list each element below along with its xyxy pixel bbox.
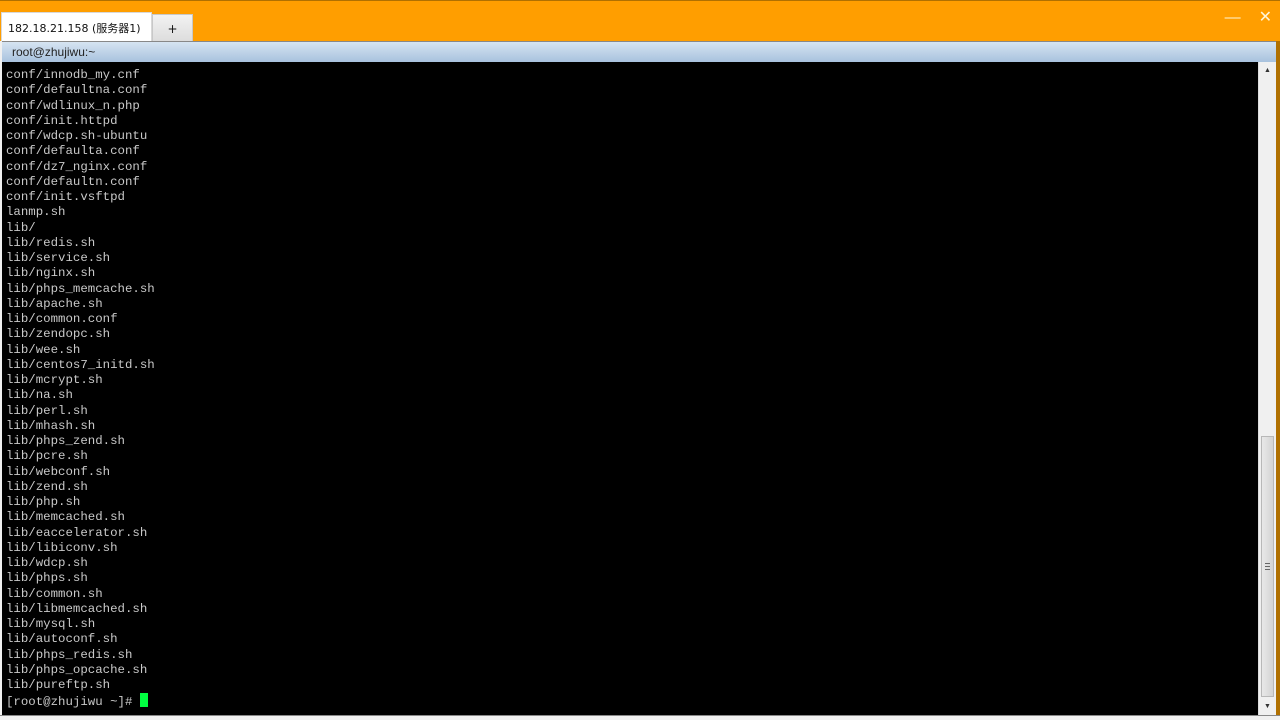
- terminal-line: lib/na.sh: [6, 388, 73, 403]
- title-bar: 182.18.21.158 (服务器1) + — ✕: [0, 0, 1280, 42]
- terminal-line: lib/phps_redis.sh: [6, 647, 133, 662]
- terminal-line: conf/wdcp.sh-ubuntu: [6, 129, 148, 143]
- terminal-line: lib/mhash.sh: [6, 418, 96, 433]
- terminal-line: lib/apache.sh: [6, 296, 103, 311]
- close-button[interactable]: ✕: [1259, 9, 1272, 27]
- terminal-line: lib/pcre.sh: [6, 449, 88, 464]
- terminal-line: conf/dz7_nginx.conf: [6, 159, 148, 174]
- terminal-line: lib/zend.sh: [6, 479, 88, 494]
- terminal-line: lib/eaccelerator.sh: [6, 525, 148, 540]
- terminal-line: conf/defaultna.conf: [6, 83, 148, 98]
- terminal-line: lib/autoconf.sh: [6, 632, 118, 647]
- terminal-line: lib/php.sh: [6, 495, 81, 509]
- frame-right: [1276, 41, 1280, 720]
- window-controls: — ✕: [1225, 9, 1272, 27]
- terminal-line: lib/redis.sh: [6, 235, 96, 250]
- session-title: root@zhujiwu:~: [12, 45, 96, 59]
- terminal-line: lib/phps_opcache.sh: [6, 662, 148, 677]
- tab-server1[interactable]: 182.18.21.158 (服务器1): [1, 12, 152, 42]
- terminal-line: lib/libiconv.sh: [6, 540, 118, 555]
- terminal-line: lib/pureftp.sh: [6, 678, 111, 692]
- new-tab-button[interactable]: +: [152, 14, 193, 42]
- prompt-line[interactable]: [root@zhujiwu ~]#: [6, 693, 1258, 710]
- grip-icon: [1265, 563, 1270, 570]
- terminal-line: lib/mcrypt.sh: [6, 373, 103, 387]
- terminal-line: lib/memcached.sh: [6, 510, 125, 525]
- scroll-thumb[interactable]: [1261, 436, 1274, 697]
- terminal-line: conf/init.vsftpd: [6, 190, 125, 204]
- minimize-button[interactable]: —: [1225, 9, 1241, 27]
- terminal-line: lib/common.conf: [6, 312, 118, 326]
- terminal-line: lib/phps_memcache.sh: [6, 281, 155, 296]
- text-cursor: [139, 693, 148, 708]
- terminal-line: lib/service.sh: [6, 251, 111, 265]
- terminal-line: conf/wdlinux_n.php: [6, 98, 140, 113]
- terminal-line: lib/wdcp.sh: [6, 556, 88, 570]
- terminal-line: conf/innodb_my.cnf: [6, 68, 140, 82]
- terminal-line: conf/defaultn.conf: [6, 174, 140, 189]
- bottom-border: [0, 715, 1280, 720]
- terminal-output[interactable]: conf/innodb_my.cnf conf/defaultna.conf con…: [2, 62, 1258, 715]
- terminal-line: lib/centos7_initd.sh: [6, 357, 155, 372]
- scroll-down-arrow-icon[interactable]: ▼: [1259, 698, 1276, 715]
- scroll-up-arrow-icon[interactable]: ▲: [1259, 62, 1276, 79]
- terminal-line: conf/defaulta.conf: [6, 144, 140, 159]
- terminal-line: lib/common.sh: [6, 586, 103, 601]
- terminal-line: lib/: [6, 220, 36, 235]
- terminal-line: lib/webconf.sh: [6, 464, 111, 479]
- shell-prompt: [root@zhujiwu ~]#: [6, 695, 140, 710]
- plus-icon: +: [167, 21, 178, 36]
- terminal-line: lib/nginx.sh: [6, 266, 96, 281]
- terminal-line: lib/wee.sh: [6, 342, 81, 357]
- tab-label: 182.18.21.158 (服务器1): [8, 21, 141, 35]
- terminal-line: lib/perl.sh: [6, 403, 88, 418]
- terminal-line: lib/phps_zend.sh: [6, 434, 125, 448]
- vertical-scrollbar[interactable]: ▲ ▼: [1258, 62, 1276, 715]
- terminal-line: lanmp.sh: [6, 205, 66, 220]
- terminal-line: lib/zendopc.sh: [6, 327, 111, 342]
- terminal-line: conf/init.httpd: [6, 113, 118, 128]
- terminal-line: lib/libmemcached.sh: [6, 601, 148, 616]
- terminal-line: lib/phps.sh: [6, 571, 88, 586]
- session-header: root@zhujiwu:~: [2, 41, 1276, 62]
- terminal-line: lib/mysql.sh: [6, 617, 96, 631]
